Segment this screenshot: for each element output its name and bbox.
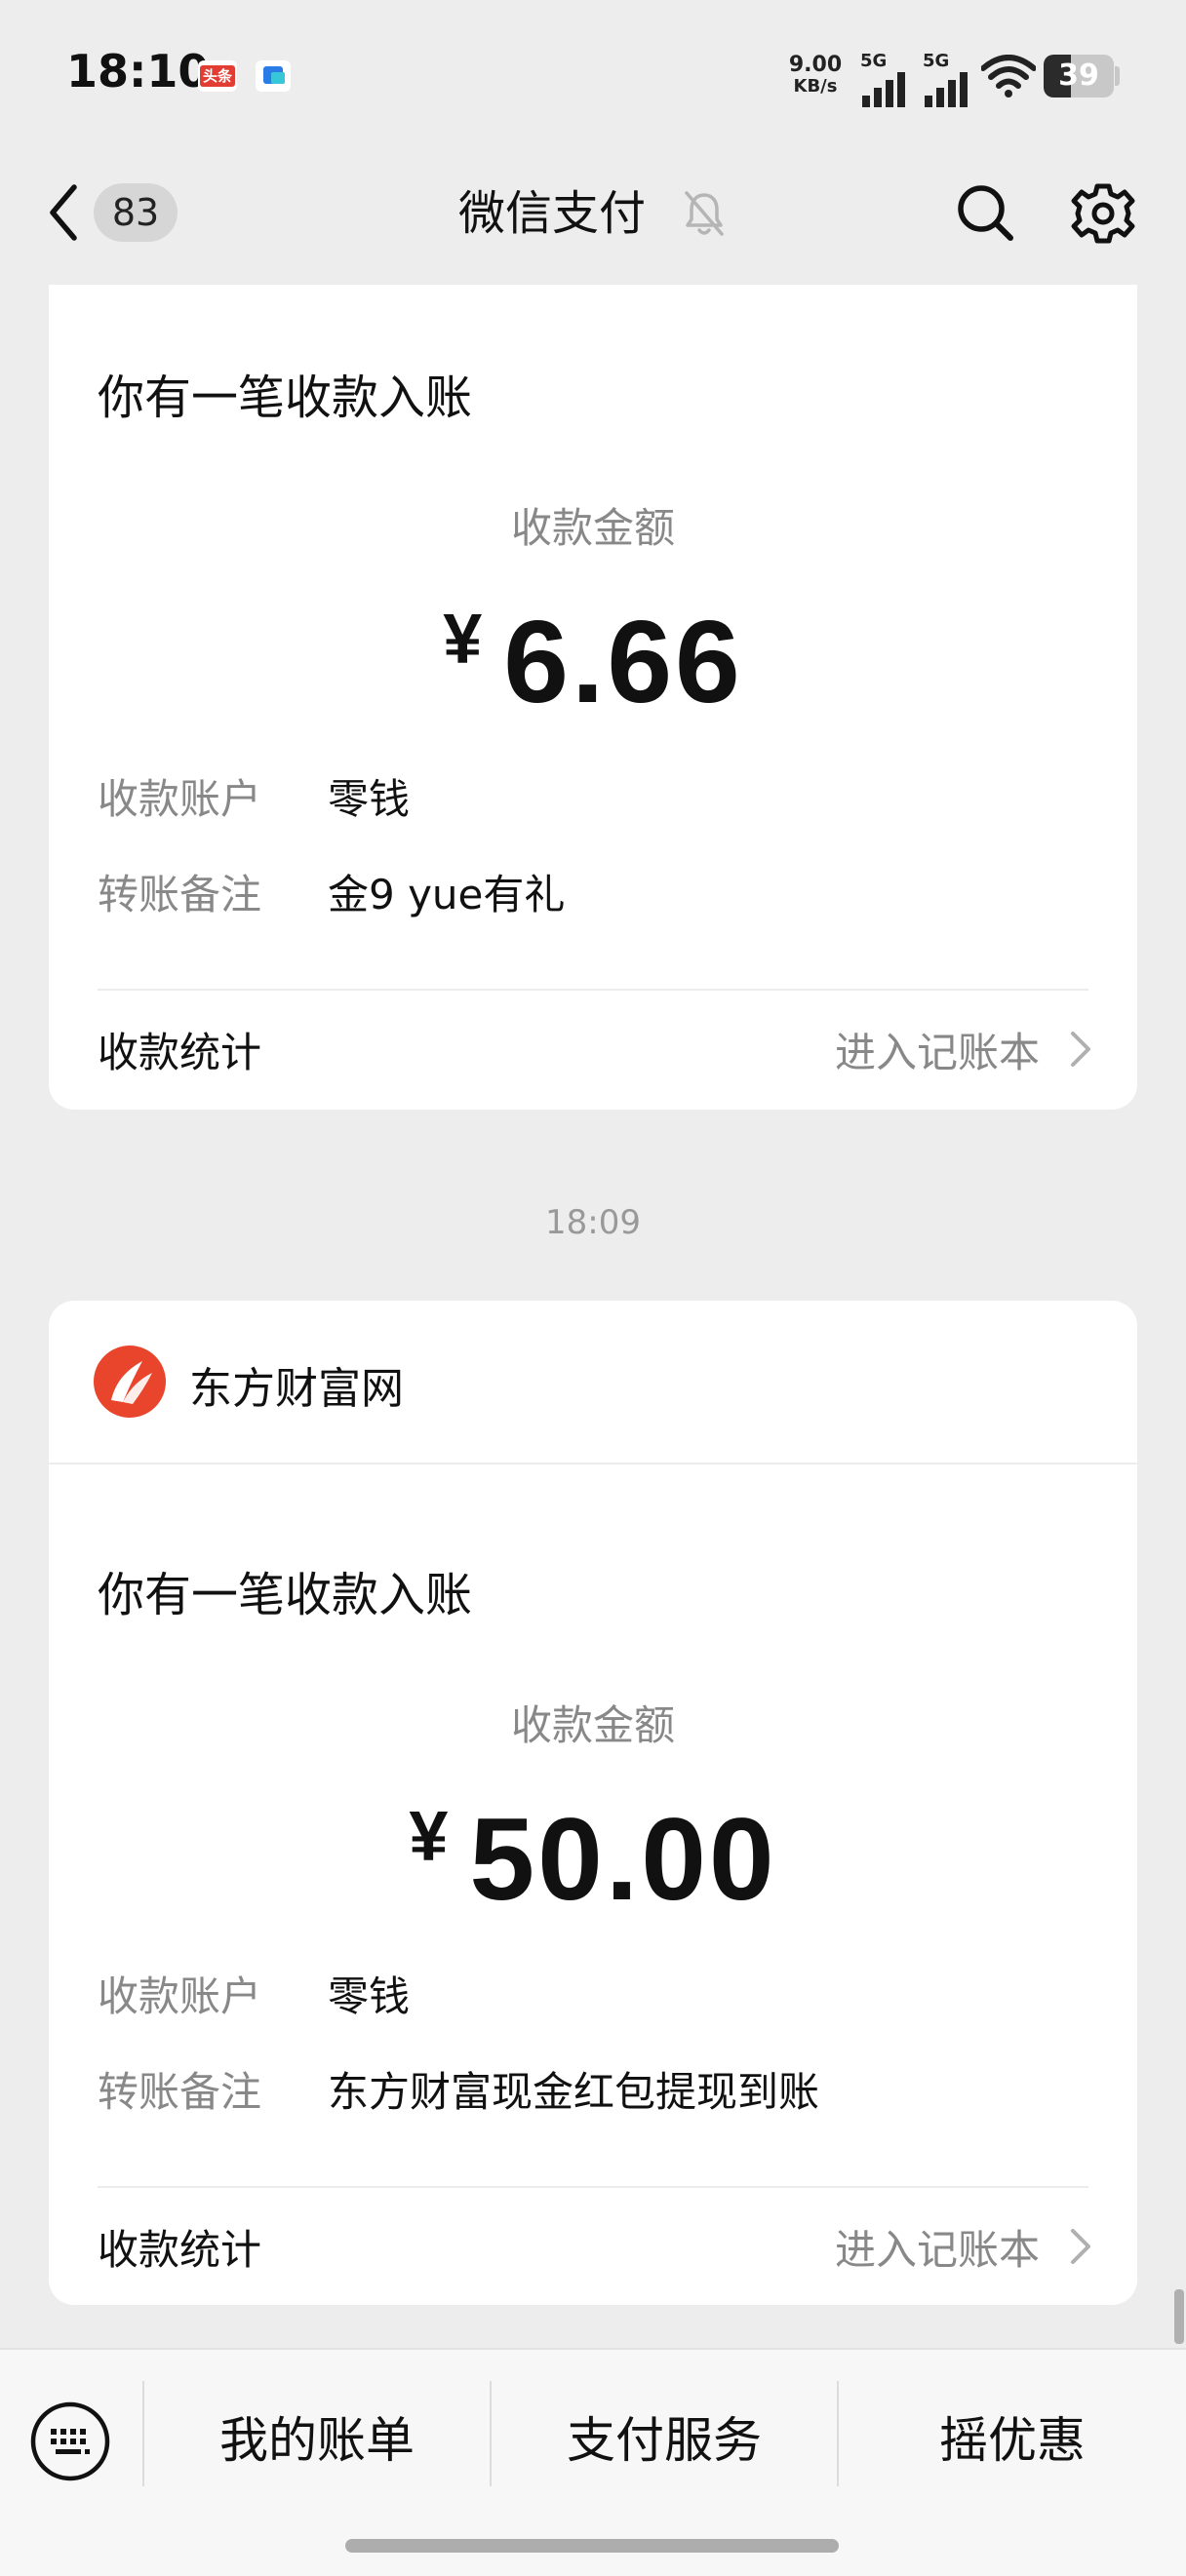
menu-my-bills[interactable]: 我的账单 xyxy=(144,2397,490,2484)
account-value: 零钱 xyxy=(328,775,411,823)
memo-value: 东方财富现金红包提现到账 xyxy=(328,2068,820,2116)
divider xyxy=(98,989,1088,991)
keyboard-icon[interactable] xyxy=(29,2400,111,2482)
back-arrow-icon[interactable] xyxy=(45,181,84,244)
nav-bar: 83 微信支付 xyxy=(0,146,1186,285)
gear-icon[interactable] xyxy=(1071,181,1135,246)
chevron-right-icon[interactable] xyxy=(1069,1030,1092,1069)
battery-tip xyxy=(1115,66,1120,86)
mute-bell-icon xyxy=(685,191,724,236)
card-title: 你有一笔收款入账 xyxy=(98,1568,473,1622)
amount-value: ¥6.66 xyxy=(443,597,743,727)
payment-stats-label[interactable]: 收款统计 xyxy=(98,2217,261,2277)
search-icon[interactable] xyxy=(954,181,1016,244)
card-title: 你有一笔收款入账 xyxy=(98,371,473,425)
toutiao-notification-icon: 头条 xyxy=(198,60,237,92)
memo-value: 金9 yue有礼 xyxy=(328,871,566,918)
chevron-right-icon[interactable] xyxy=(1069,2227,1092,2266)
scrollbar-thumb[interactable] xyxy=(1174,2289,1184,2344)
payment-stats-label[interactable]: 收款统计 xyxy=(98,1020,261,1079)
app-notification-icon xyxy=(256,60,291,92)
status-time: 18:10 xyxy=(66,45,210,98)
eastmoney-logo-icon xyxy=(94,1346,166,1418)
home-indicator[interactable] xyxy=(345,2539,839,2553)
divider xyxy=(98,2186,1088,2188)
payment-notification-card[interactable]: 东方财富网 你有一笔收款入账 收款金额 ¥50.00 收款账户 零钱 转账备注 … xyxy=(49,1301,1137,2305)
network-speed: 9.00 KB/s xyxy=(788,53,843,98)
signal-bars-icon xyxy=(925,72,968,107)
menu-shake-deals[interactable]: 摇优惠 xyxy=(839,2397,1186,2484)
page-title: 微信支付 xyxy=(458,186,647,241)
unread-count-badge[interactable]: 83 xyxy=(94,183,178,242)
memo-label: 转账备注 xyxy=(98,2068,262,2116)
ledger-link[interactable]: 进入记账本 xyxy=(835,1020,1040,1079)
ledger-link[interactable]: 进入记账本 xyxy=(835,2217,1040,2277)
account-label: 收款账户 xyxy=(98,1972,262,2020)
brand-name: 东方财富网 xyxy=(189,1364,404,1414)
amount-label: 收款金额 xyxy=(510,1701,675,1749)
menu-payment-services[interactable]: 支付服务 xyxy=(492,2397,837,2484)
account-label: 收款账户 xyxy=(98,775,262,823)
brand-header[interactable]: 东方财富网 xyxy=(49,1301,1137,1464)
battery-icon: 39 xyxy=(1044,55,1114,98)
battery-level: 39 xyxy=(1058,59,1099,93)
wifi-icon xyxy=(981,55,1036,98)
signal-bars-icon xyxy=(862,72,905,107)
amount-label: 收款金额 xyxy=(510,504,675,552)
amount-value: ¥50.00 xyxy=(409,1794,777,1925)
payment-notification-card[interactable]: 你有一笔收款入账 收款金额 ¥6.66 收款账户 零钱 转账备注 金9 yue有… xyxy=(49,285,1137,1110)
message-timestamp: 18:09 xyxy=(545,1203,641,1242)
status-bar: 18:10 头条 9.00 KB/s 5G 5G 39 xyxy=(0,0,1186,146)
account-value: 零钱 xyxy=(328,1972,411,2020)
bottom-menu-bar: 我的账单 支付服务 摇优惠 xyxy=(0,2348,1186,2576)
memo-label: 转账备注 xyxy=(98,871,262,918)
